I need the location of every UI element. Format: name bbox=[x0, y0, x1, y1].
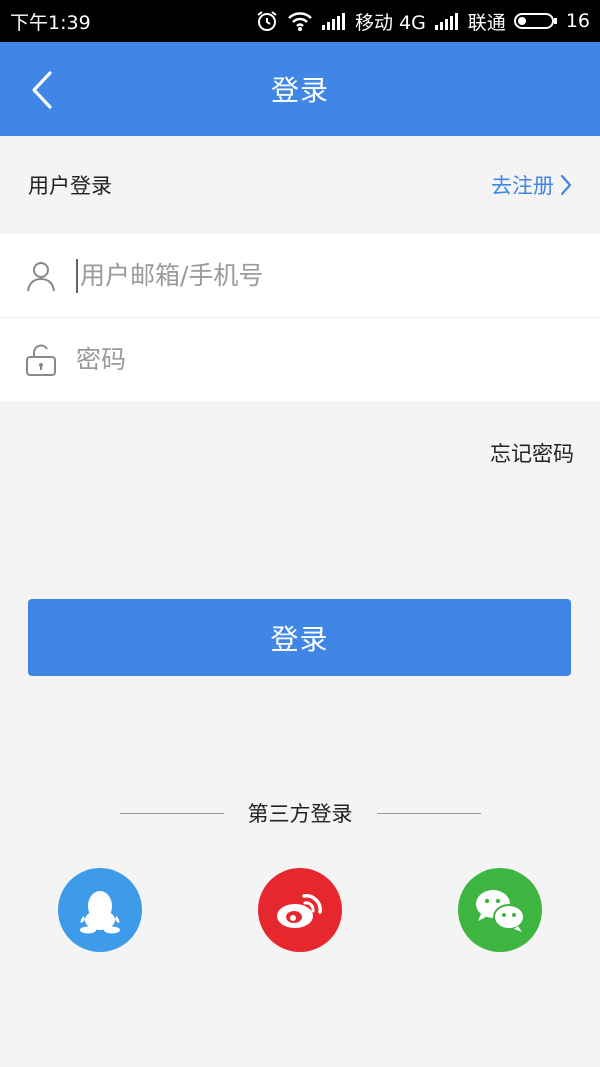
page-title: 登录 bbox=[270, 74, 329, 107]
section-label: 用户登录 bbox=[28, 174, 112, 198]
username-row bbox=[0, 234, 600, 317]
carrier-1: 移动 4G bbox=[354, 11, 426, 34]
username-input[interactable] bbox=[80, 261, 540, 290]
text-caret bbox=[76, 258, 78, 293]
chevron-right-icon bbox=[560, 174, 572, 196]
forgot-password-link[interactable]: 忘记密码 bbox=[490, 438, 574, 468]
password-row bbox=[0, 317, 600, 400]
carrier-2: 联通 bbox=[467, 11, 506, 34]
weibo-login-button[interactable] bbox=[258, 868, 342, 952]
chevron-left-icon bbox=[32, 71, 52, 109]
third-party-title: 第三方登录 bbox=[247, 802, 353, 826]
status-time: 下午1:39 bbox=[10, 11, 91, 34]
status-bar: 下午1:39 移动 4G 联通 16 bbox=[0, 0, 600, 42]
signal-icon-2 bbox=[434, 11, 460, 31]
third-party-divider: 第三方登录 bbox=[0, 795, 600, 831]
register-link-label: 去注册 bbox=[491, 174, 554, 198]
password-input[interactable] bbox=[76, 344, 536, 374]
wifi-icon bbox=[287, 10, 313, 32]
divider-line-left bbox=[119, 812, 224, 814]
lock-icon bbox=[24, 342, 58, 376]
qq-login-button[interactable] bbox=[58, 868, 142, 952]
wechat-icon bbox=[476, 890, 525, 932]
wechat-login-button[interactable] bbox=[458, 868, 542, 952]
login-section-header: 用户登录 去注册 bbox=[0, 136, 600, 234]
battery-level: 16 bbox=[565, 10, 590, 32]
app-bar: 登录 bbox=[0, 42, 600, 136]
login-form bbox=[0, 234, 600, 401]
battery-icon bbox=[513, 11, 558, 31]
register-link[interactable]: 去注册 bbox=[491, 170, 572, 200]
divider-line-right bbox=[376, 812, 481, 814]
user-icon bbox=[24, 259, 58, 293]
back-button[interactable] bbox=[22, 68, 62, 112]
alarm-icon bbox=[255, 9, 279, 33]
weibo-icon bbox=[277, 894, 322, 928]
signal-icon bbox=[321, 11, 347, 31]
login-button[interactable]: 登录 bbox=[28, 599, 571, 676]
qq-penguin-icon bbox=[80, 891, 120, 934]
